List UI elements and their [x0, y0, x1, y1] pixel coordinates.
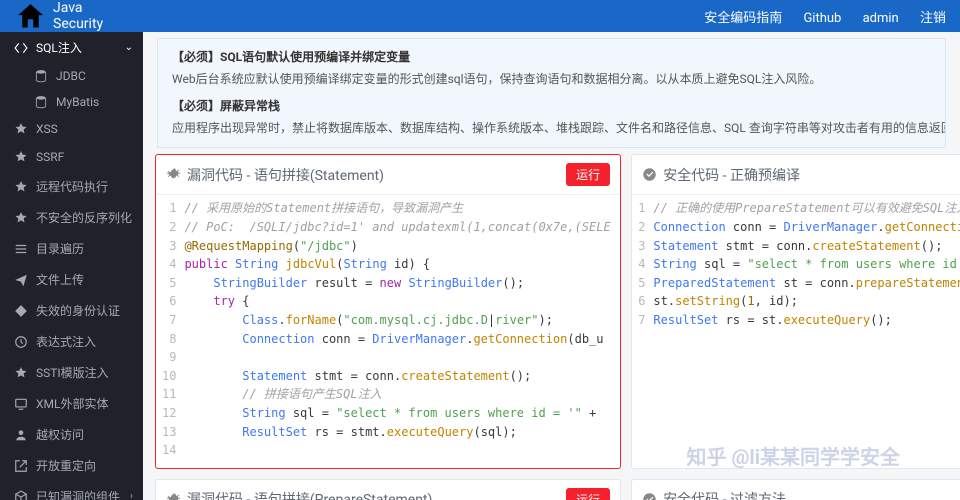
sidebar-item-3[interactable]: XSS — [0, 115, 143, 143]
code-content: // 正确的使用PrepareStatement可以有效避免SQL注入，使用? … — [653, 195, 960, 333]
panel-title: 安全代码 - 过滤方法 — [663, 489, 786, 500]
panel-safe-prepared: 安全代码 - 正确预编译 运行 1 2 3 4 5 6 7 // 正确的使用Pr… — [631, 154, 960, 468]
star-icon — [14, 366, 28, 380]
sidebar-label: 表达式注入 — [36, 333, 96, 350]
sidebar-item-5[interactable]: 远程代码执行 — [0, 171, 143, 202]
panel-title: 安全代码 - 正确预编译 — [663, 165, 800, 185]
sidebar-label: SSRF — [36, 150, 64, 164]
panel-vuln-preparestatement: 漏洞代码 - 语句拼接(PrepareStatement) 运行 1 2 3 4… — [155, 479, 621, 500]
sidebar-label: MyBatis — [56, 95, 99, 109]
sidebar-item-15[interactable]: 已知漏洞的组件 › — [0, 481, 143, 500]
sidebar-label: 已知漏洞的组件 — [36, 488, 120, 500]
nav-logout[interactable]: 注销 — [920, 11, 946, 26]
nav-github[interactable]: Github — [803, 11, 841, 26]
sidebar-label: SSTI模版注入 — [36, 364, 109, 381]
panel-vuln-statement: 漏洞代码 - 语句拼接(Statement) 运行 1 2 3 4 5 6 7 … — [155, 154, 621, 468]
chevron-right-icon: › — [130, 491, 133, 500]
sidebar-item-14[interactable]: 开放重定向 — [0, 450, 143, 481]
bug-icon — [166, 492, 181, 500]
send-icon — [14, 273, 28, 287]
menu-icon — [14, 242, 28, 256]
screen-icon — [14, 397, 28, 411]
sidebar-label: 目录遍历 — [36, 240, 84, 257]
sidebar-label: SQL注入 — [36, 39, 82, 56]
sidebar-item-8[interactable]: 文件上传 — [0, 264, 143, 295]
line-gutter: 1 2 3 4 5 6 7 8 9 10 11 12 13 14 — [156, 195, 184, 463]
sidebar-label: 不安全的反序列化 — [36, 209, 132, 226]
chevron-down-icon: ⌄ — [125, 42, 133, 53]
brand[interactable]: Java Security — [14, 0, 103, 33]
box-icon — [14, 490, 28, 500]
code-content: // 采用原始的Statement拼接语句，导致漏洞产生 // PoC: /SQ… — [184, 195, 618, 463]
user-icon — [14, 428, 28, 442]
panel-safe-filter: 安全代码 - 过滤方法 运行 1 2 3 4 5 public static b… — [631, 479, 960, 500]
app-header: Java Security 安全编码指南 Github admin 注销 — [0, 0, 960, 32]
check-icon — [642, 492, 657, 500]
home-icon — [14, 0, 47, 33]
sidebar-item-11[interactable]: SSTI模版注入 — [0, 357, 143, 388]
star-icon — [14, 150, 28, 164]
star-icon — [14, 211, 28, 225]
rule1-body: Web后台系统应默认使用预编译绑定变量的形式创建sql语句，保持查询语句和数据相… — [172, 69, 931, 91]
panel-title: 漏洞代码 - 语句拼接(Statement) — [187, 165, 384, 185]
panel-title: 漏洞代码 - 语句拼接(PrepareStatement) — [187, 489, 432, 500]
main-content: 【必须】SQL语句默认使用预编译并绑定变量 Web后台系统应默认使用预编译绑定变… — [143, 32, 960, 500]
sidebar: SQL注入 ⌄ JDBC MyBatis XSS SSRF 远程代码执行不安全的反序列化目录… — [0, 32, 143, 500]
sidebar-item-2[interactable]: MyBatis — [0, 89, 143, 115]
sidebar-label: 远程代码执行 — [36, 178, 108, 195]
sidebar-item-13[interactable]: 越权访问 — [0, 419, 143, 450]
sidebar-item-9[interactable]: 失效的身份认证 — [0, 295, 143, 326]
nav-admin[interactable]: admin — [863, 11, 899, 26]
sidebar-item-6[interactable]: 不安全的反序列化 — [0, 202, 143, 233]
star-icon — [14, 122, 28, 136]
star-icon — [14, 180, 28, 194]
header-nav: 安全编码指南 Github admin 注销 — [686, 7, 946, 26]
rule2-title: 【必须】屏蔽异常栈 — [172, 99, 280, 113]
line-gutter: 1 2 3 4 5 6 7 — [632, 195, 653, 333]
sidebar-label: XML外部实体 — [36, 395, 108, 412]
app-title: Java Security — [53, 0, 103, 32]
sidebar-item-0[interactable]: SQL注入 ⌄ — [0, 32, 143, 63]
diamond-icon — [14, 304, 28, 318]
clock-icon — [14, 335, 28, 349]
sidebar-item-7[interactable]: 目录遍历 — [0, 233, 143, 264]
sidebar-item-10[interactable]: 表达式注入 — [0, 326, 143, 357]
code-icon — [14, 41, 28, 55]
db-icon — [34, 95, 48, 109]
coding-rules-callout: 【必须】SQL语句默认使用预编译并绑定变量 Web后台系统应默认使用预编译绑定变… — [157, 38, 946, 148]
sidebar-label: JDBC — [56, 69, 86, 83]
rule2-body: 应用程序出现异常时，禁止将数据库版本、数据库结构、操作系统版本、堆栈跟踪、文件名… — [172, 118, 931, 140]
rule1-title: 【必须】SQL语句默认使用预编译并绑定变量 — [172, 50, 410, 64]
sidebar-label: 文件上传 — [36, 271, 84, 288]
run-button[interactable]: 运行 — [566, 488, 610, 500]
check-icon — [642, 167, 657, 182]
sidebar-label: 开放重定向 — [36, 457, 96, 474]
nav-guide[interactable]: 安全编码指南 — [704, 11, 782, 26]
sidebar-item-4[interactable]: SSRF — [0, 143, 143, 171]
sidebar-label: 失效的身份认证 — [36, 302, 120, 319]
sidebar-label: XSS — [36, 122, 58, 136]
open-icon — [14, 459, 28, 473]
db-icon — [34, 69, 48, 83]
sidebar-item-12[interactable]: XML外部实体 — [0, 388, 143, 419]
run-button[interactable]: 运行 — [566, 163, 610, 186]
sidebar-item-1[interactable]: JDBC — [0, 63, 143, 89]
sidebar-label: 越权访问 — [36, 426, 84, 443]
bug-icon — [166, 167, 181, 182]
